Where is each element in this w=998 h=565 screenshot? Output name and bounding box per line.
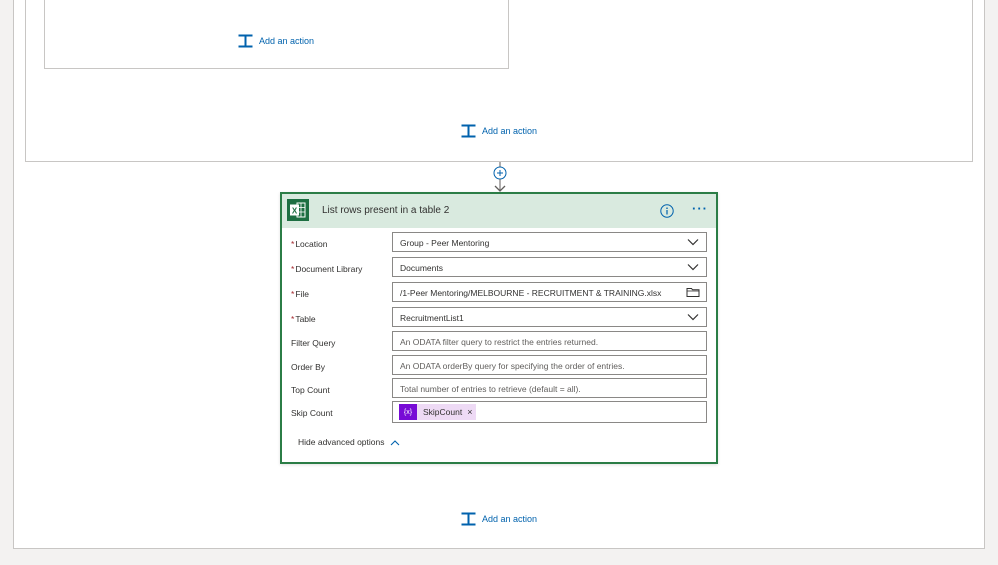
close-icon[interactable]: × xyxy=(467,407,476,417)
card-header[interactable]: X List rows present in a table 2 ··· xyxy=(282,194,716,228)
more-options-icon[interactable]: ··· xyxy=(692,202,708,216)
table-value: RecruitmentList1 xyxy=(400,313,464,323)
location-label: *Location xyxy=(291,239,328,249)
chevron-down-icon xyxy=(687,239,699,246)
row-top-count: Top Count Total number of entries to ret… xyxy=(282,378,716,400)
row-location: *Location Group - Peer Mentoring xyxy=(282,232,716,254)
skipcount-token[interactable]: {x} SkipCount × xyxy=(399,404,477,420)
action-card-list-rows: X List rows present in a table 2 ··· *Lo… xyxy=(280,192,718,464)
excel-icon: X xyxy=(287,199,309,221)
file-value: /1-Peer Mentoring/MELBOURNE - RECRUITMEN… xyxy=(400,288,662,298)
location-dropdown[interactable]: Group - Peer Mentoring xyxy=(392,232,707,252)
expression-icon: {x} xyxy=(399,404,417,420)
add-action-label: Add an action xyxy=(482,514,538,524)
add-action-label: Add an action xyxy=(482,126,538,136)
card-title: List rows present in a table 2 xyxy=(322,205,450,216)
file-picker[interactable]: /1-Peer Mentoring/MELBOURNE - RECRUITMEN… xyxy=(392,282,707,302)
top-count-label: Top Count xyxy=(291,385,330,395)
filter-query-label: Filter Query xyxy=(291,338,336,348)
row-table: *Table RecruitmentList1 xyxy=(282,307,716,329)
location-value: Group - Peer Mentoring xyxy=(400,238,490,248)
hide-advanced-options-toggle[interactable]: Hide advanced options xyxy=(298,437,400,447)
document-library-dropdown[interactable]: Documents xyxy=(392,257,707,277)
hide-advanced-label: Hide advanced options xyxy=(298,437,385,447)
add-action-label: Add an action xyxy=(259,36,315,46)
top-count-input[interactable]: Total number of entries to retrieve (def… xyxy=(392,378,707,398)
filter-query-input[interactable]: An ODATA filter query to restrict the en… xyxy=(392,331,707,351)
chevron-down-icon xyxy=(687,314,699,321)
order-by-label: Order By xyxy=(291,362,326,372)
file-label: *File xyxy=(291,289,310,299)
add-action-inner[interactable]: Add an action xyxy=(238,34,314,48)
table-label: *Table xyxy=(291,314,316,324)
token-label: SkipCount xyxy=(423,407,463,417)
skip-count-label: Skip Count xyxy=(291,408,333,418)
row-file: *File /1-Peer Mentoring/MELBOURNE - RECR… xyxy=(282,282,716,304)
table-dropdown[interactable]: RecruitmentList1 xyxy=(392,307,707,327)
svg-text:X: X xyxy=(292,207,298,216)
add-action-middle[interactable]: Add an action xyxy=(461,124,537,138)
row-skip-count: Skip Count {x} SkipCount × xyxy=(282,401,716,425)
chevron-down-icon xyxy=(687,264,699,271)
flow-designer-canvas: Add an action Add an action X List rows … xyxy=(0,0,998,565)
row-filter-query: Filter Query An ODATA filter query to re… xyxy=(282,331,716,353)
add-action-icon xyxy=(461,124,476,138)
row-order-by: Order By An ODATA orderBy query for spec… xyxy=(282,355,716,377)
row-document-library: *Document Library Documents xyxy=(282,257,716,279)
plus-connector-icon[interactable] xyxy=(490,162,510,194)
info-icon[interactable] xyxy=(660,204,674,218)
skip-count-input[interactable]: {x} SkipCount × xyxy=(392,401,707,423)
chevron-up-icon xyxy=(391,439,400,445)
document-library-label: *Document Library xyxy=(291,264,363,274)
folder-icon[interactable] xyxy=(686,286,700,298)
add-action-icon xyxy=(461,512,476,526)
document-library-value: Documents xyxy=(400,263,443,273)
add-action-outer[interactable]: Add an action xyxy=(461,512,537,526)
order-by-input[interactable]: An ODATA orderBy query for specifying th… xyxy=(392,355,707,375)
add-action-icon xyxy=(238,34,253,48)
